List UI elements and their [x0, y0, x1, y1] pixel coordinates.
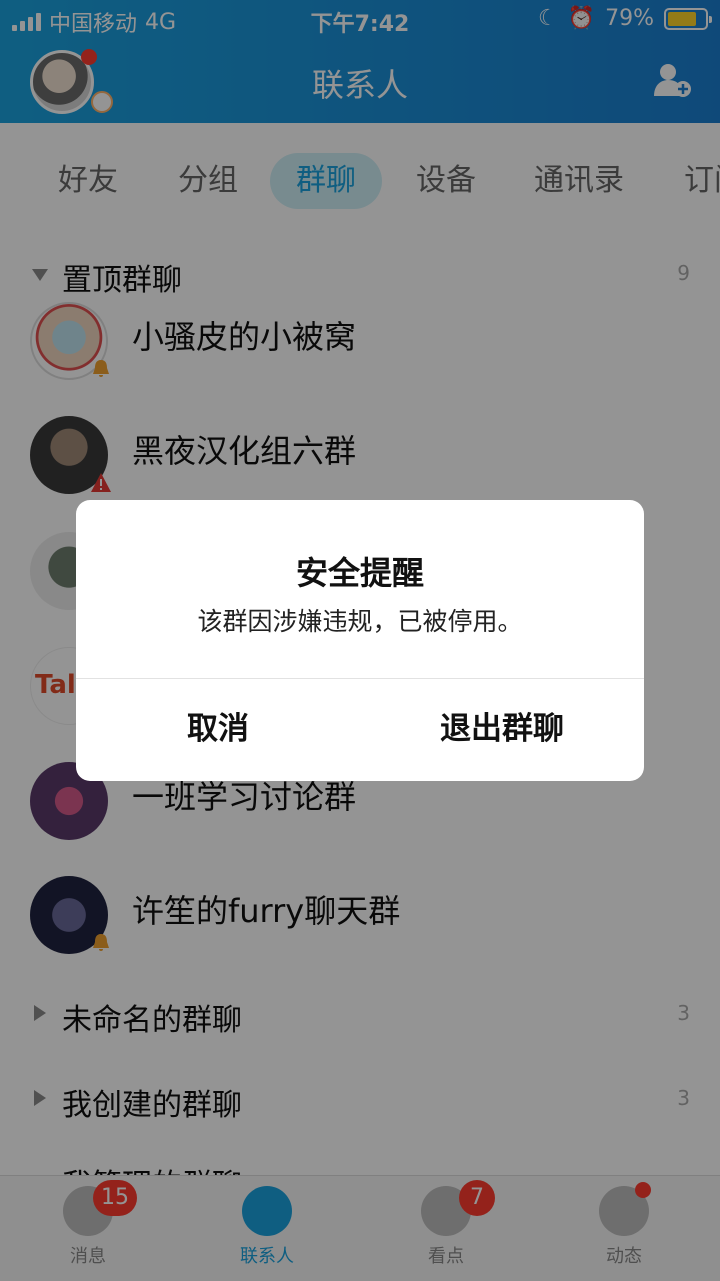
cancel-button[interactable]: 取消: [76, 678, 360, 781]
dialog-title: 安全提醒: [295, 554, 424, 592]
modal-backdrop-top: [0, 0, 720, 123]
security-alert-dialog: 安全提醒 该群因涉嫌违规，已被停用。 取消 退出群聊: [76, 500, 644, 781]
exit-group-button[interactable]: 退出群聊: [360, 678, 644, 781]
dialog-message: 该群因涉嫌违规，已被停用。: [197, 607, 523, 636]
